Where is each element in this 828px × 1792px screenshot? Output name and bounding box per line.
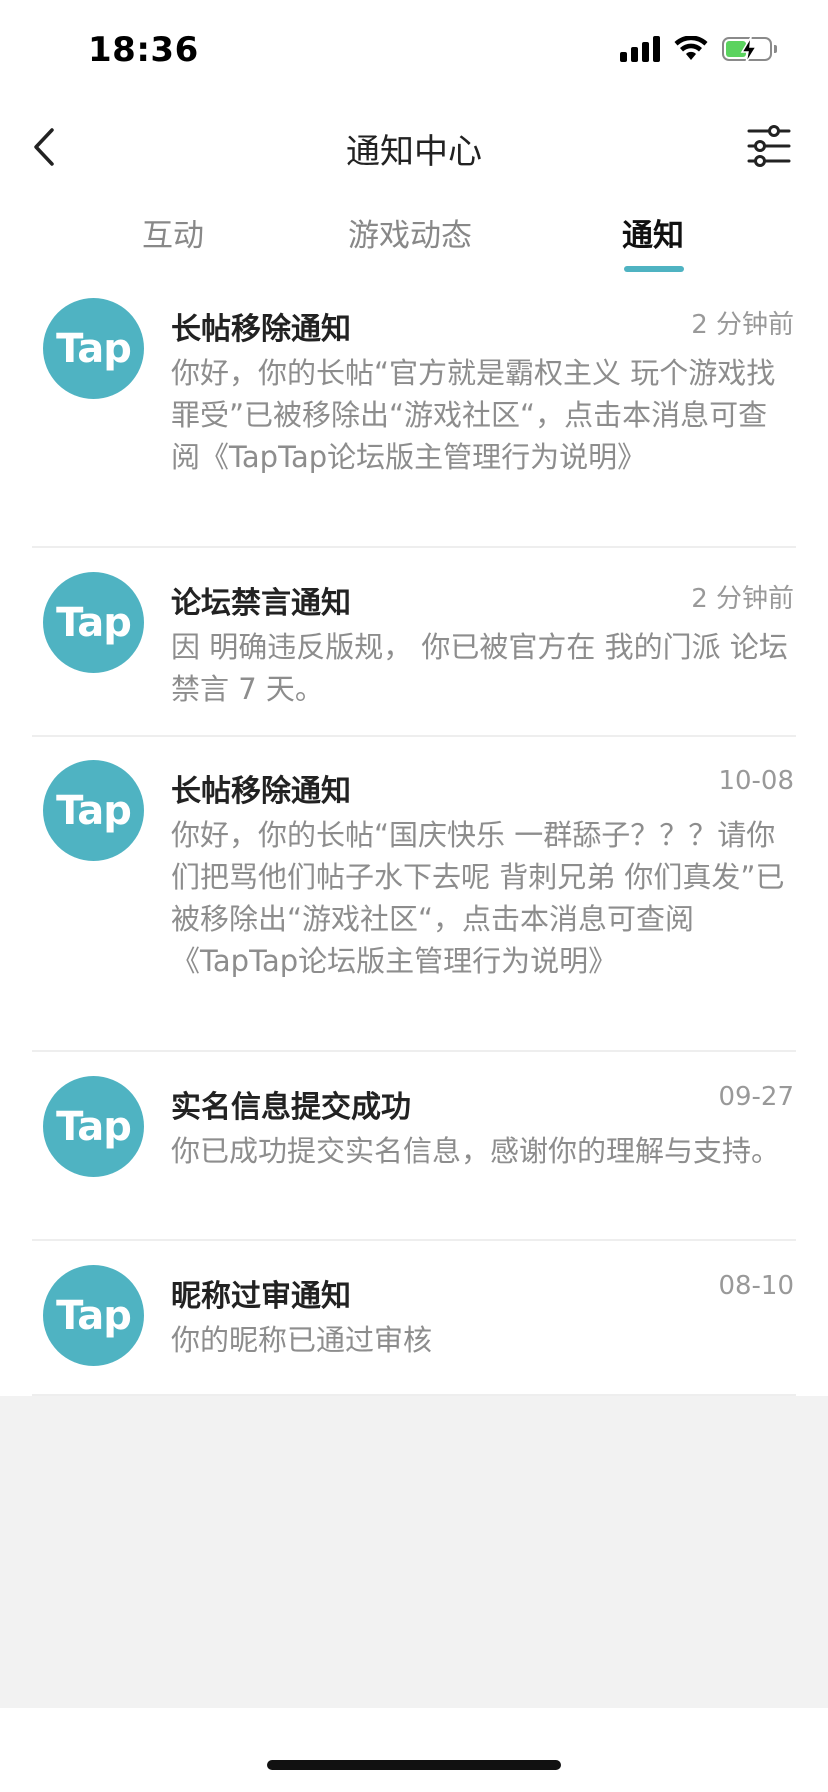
notification-item[interactable]: Tap 昵称过审通知 08-10 你的昵称已通过审核 <box>0 1253 828 1393</box>
notification-body: 你已成功提交实名信息，感谢你的理解与支持。 <box>171 1134 781 1168</box>
notification-body: 因 明确违反版规， 你已被官方在 我的门派 论坛禁言 7 天。 <box>171 630 788 706</box>
notification-item[interactable]: Tap 长帖移除通知 10-08 你好，你的长帖“国庆快乐 一群舔子？？？请你们… <box>0 748 828 1048</box>
divider <box>32 1239 796 1241</box>
notification-time: 10-08 <box>718 766 794 796</box>
tab-bar: 互动 游戏动态 通知 <box>0 210 828 270</box>
divider <box>32 735 796 737</box>
tab-game-updates[interactable]: 游戏动态 <box>348 210 472 255</box>
status-icons <box>620 36 777 64</box>
status-time: 18:36 <box>88 30 199 70</box>
screen: 18:36 通知中心 互动 游戏动态 通知 Tap 长帖移除通知 2 分钟前 你… <box>0 0 828 1792</box>
tab-notifications[interactable]: 通知 <box>622 210 684 255</box>
divider <box>32 1050 796 1052</box>
tap-avatar-icon: Tap <box>43 572 144 673</box>
filter-settings-icon[interactable] <box>746 124 792 168</box>
tab-interaction[interactable]: 互动 <box>142 210 204 255</box>
tap-avatar-icon: Tap <box>43 760 144 861</box>
home-indicator-area <box>0 1708 828 1792</box>
cellular-signal-icon <box>620 36 660 62</box>
notification-title: 昵称过审通知 <box>171 1279 351 1314</box>
notification-item[interactable]: Tap 实名信息提交成功 09-27 你已成功提交实名信息，感谢你的理解与支持。 <box>0 1064 828 1239</box>
notification-title: 长帖移除通知 <box>171 774 351 809</box>
tap-avatar-icon: Tap <box>43 1265 144 1366</box>
notification-body: 你好，你的长帖“官方就是霸权主义 玩个游戏找罪受”已被移除出“游戏社区“，点击本… <box>171 356 776 474</box>
notification-time: 09-27 <box>718 1082 794 1112</box>
active-tab-indicator <box>624 266 684 272</box>
notification-item[interactable]: Tap 长帖移除通知 2 分钟前 你好，你的长帖“官方就是霸权主义 玩个游戏找罪… <box>0 286 828 546</box>
notification-time: 2 分钟前 <box>691 310 794 340</box>
tap-avatar-icon: Tap <box>43 1076 144 1177</box>
notification-item[interactable]: Tap 论坛禁言通知 2 分钟前 因 明确违反版规， 你已被官方在 我的门派 论… <box>0 560 828 735</box>
wifi-icon <box>674 36 708 60</box>
notification-time: 2 分钟前 <box>691 584 794 614</box>
page-title: 通知中心 <box>346 132 482 172</box>
home-indicator[interactable] <box>267 1760 561 1770</box>
notification-time: 08-10 <box>718 1271 794 1301</box>
notification-title: 长帖移除通知 <box>171 312 351 347</box>
divider <box>32 1394 796 1396</box>
notification-body: 你好，你的长帖“国庆快乐 一群舔子？？？请你们把骂他们帖子水下去呢 背刺兄弟 你… <box>171 818 785 978</box>
battery-icon <box>722 36 777 64</box>
notification-title: 实名信息提交成功 <box>171 1090 411 1125</box>
notification-body: 你的昵称已通过审核 <box>171 1323 433 1357</box>
divider <box>32 546 796 548</box>
notification-title: 论坛禁言通知 <box>171 586 351 621</box>
tap-avatar-icon: Tap <box>43 298 144 399</box>
